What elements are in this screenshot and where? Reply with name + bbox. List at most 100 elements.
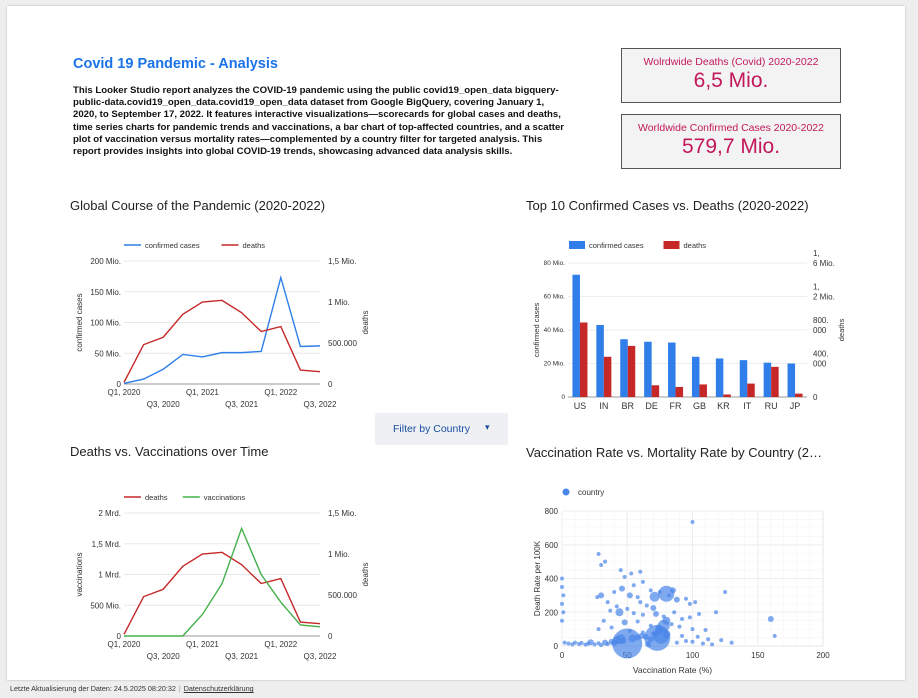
scatter-point bbox=[601, 618, 606, 623]
scatter-point bbox=[635, 619, 640, 624]
x-tick-label: KR bbox=[717, 401, 730, 411]
x-tick-label: IN bbox=[599, 401, 608, 411]
scatter-point bbox=[729, 640, 734, 645]
scatter-point bbox=[772, 633, 777, 638]
x-tick-label: Q3, 2020 bbox=[147, 652, 180, 661]
scatter-point bbox=[573, 640, 578, 645]
scatter-point bbox=[603, 559, 608, 564]
scatter-point bbox=[713, 610, 718, 615]
scatter-point bbox=[767, 616, 774, 622]
scatter-point bbox=[618, 568, 623, 573]
y2-tick-label: 6 Mio. bbox=[813, 259, 835, 268]
legend-label: country bbox=[578, 488, 604, 497]
scatter-point bbox=[615, 608, 624, 617]
x-tick-label: JP bbox=[790, 401, 801, 411]
y-tick-label: 2 Mrd. bbox=[98, 509, 121, 518]
x-tick-label: GB bbox=[693, 401, 706, 411]
scorecard-deaths-value: 6,5 Mio. bbox=[693, 69, 769, 92]
report-page: Covid 19 Pandemic - Analysis This Looker… bbox=[7, 6, 905, 680]
scatter-point bbox=[649, 591, 660, 602]
series-line-vaccinations bbox=[124, 526, 321, 637]
legend-label: vaccinations bbox=[204, 493, 246, 502]
bar-GB-deaths bbox=[699, 384, 707, 397]
legend-label: confirmed cases bbox=[145, 241, 200, 250]
chart-vaccination-mortality-scatter[interactable]: country0200400600800050100150200Vaccinat… bbox=[522, 476, 842, 676]
x-tick-label: Q1, 2021 bbox=[186, 640, 219, 649]
bar-GB-confirmed-cases bbox=[691, 356, 700, 397]
scatter-point bbox=[560, 576, 564, 581]
scatter-point bbox=[560, 584, 564, 589]
y2-tick-label: 000 bbox=[813, 360, 827, 369]
y-tick-label: 200 bbox=[545, 608, 559, 617]
scatter-point bbox=[706, 637, 711, 642]
x-tick-label: DE bbox=[645, 401, 658, 411]
scatter-point bbox=[596, 627, 601, 632]
y2-tick-label: 400. bbox=[813, 350, 829, 359]
scatter-point bbox=[608, 608, 613, 613]
scatter-point bbox=[612, 590, 617, 594]
scatter-point bbox=[561, 593, 566, 598]
scorecard-deaths[interactable]: Wolrdwide Deaths (Covid) 2020-2022 6,5 M… bbox=[621, 48, 841, 103]
scorecard-cases[interactable]: Worldwide Confirmed Cases 2020-2022 579,… bbox=[621, 114, 841, 169]
y2-tick-label: 1, bbox=[813, 283, 820, 292]
report-title: Covid 19 Pandemic - Analysis bbox=[73, 56, 278, 72]
scatter-point bbox=[645, 641, 652, 648]
y-tick-label: 50 Mio. bbox=[95, 349, 121, 358]
x-tick-label: US bbox=[574, 401, 587, 411]
scatter-point bbox=[614, 604, 619, 609]
country-filter-label: Filter by Country bbox=[393, 423, 471, 435]
bar-RU-confirmed-cases bbox=[763, 362, 772, 397]
scatter-point bbox=[697, 611, 702, 616]
y2-axis-title: deaths bbox=[361, 310, 370, 334]
x-tick-label: RU bbox=[765, 401, 778, 411]
country-filter[interactable]: Filter by Country ▾ bbox=[375, 413, 508, 445]
y2-tick-label: 1 Mio. bbox=[328, 298, 350, 307]
y-tick-label: 150 Mio. bbox=[90, 288, 121, 297]
y-tick-label: 20 Mio. bbox=[544, 361, 566, 368]
privacy-link[interactable]: Datenschutzerklärung bbox=[184, 684, 254, 693]
x-tick-label: Q1, 2020 bbox=[108, 388, 141, 397]
scatter-point bbox=[560, 601, 564, 606]
scatter-point bbox=[592, 642, 597, 647]
bar-US-deaths bbox=[579, 322, 588, 397]
y2-tick-label: 2 Mio. bbox=[813, 293, 835, 302]
x-axis-title: Vaccination Rate (%) bbox=[633, 665, 712, 675]
scatter-point bbox=[683, 596, 688, 601]
chart-title-top10: Top 10 Confirmed Cases vs. Deaths (2020-… bbox=[526, 198, 809, 213]
scatter-point bbox=[638, 569, 643, 574]
y2-tick-label: 500.000 bbox=[328, 591, 357, 600]
scatter-point bbox=[560, 618, 564, 623]
scatter-point bbox=[652, 610, 659, 617]
scatter-point bbox=[612, 628, 643, 659]
scatter-point bbox=[596, 552, 601, 557]
scatter-point bbox=[631, 583, 636, 588]
y-axis-title: vaccinations bbox=[75, 552, 84, 596]
bar-FR-deaths bbox=[675, 386, 684, 397]
scatter-point bbox=[629, 571, 634, 576]
chart-top10-cases-deaths[interactable]: confirmed cases deaths 0 20 Mio. 40 Mio. 60 M… bbox=[522, 228, 846, 414]
bar-KR-confirmed-cases bbox=[715, 358, 724, 397]
scorecard-cases-value: 579,7 Mio. bbox=[681, 135, 781, 158]
y2-tick-label: 800. bbox=[813, 316, 829, 325]
y2-tick-label: 1,5 Mio. bbox=[328, 257, 356, 266]
y-tick-label: 1 Mrd. bbox=[98, 571, 121, 580]
series-line-confirmed-cases bbox=[123, 274, 321, 385]
scatter-point bbox=[674, 640, 679, 645]
x-tick-label: FR bbox=[670, 401, 682, 411]
bar-JP-deaths bbox=[795, 393, 803, 397]
x-tick-label: Q3, 2021 bbox=[225, 652, 258, 661]
scatter-point bbox=[719, 638, 724, 643]
chart-global-course[interactable]: confirmed cases deaths 0 50 Mio. 100 Mio. 150… bbox=[62, 224, 370, 414]
chart-deaths-vaccinations[interactable]: deaths vaccinations 0 500 Mio. 1 Mrd. 1,5 Mrd… bbox=[62, 476, 370, 666]
y-tick-label: 200 Mio. bbox=[90, 257, 121, 266]
bar-IT-deaths bbox=[747, 383, 755, 397]
chart-title-scatter: Vaccination Rate vs. Mortality Rate by C… bbox=[526, 445, 822, 460]
scatter-point bbox=[635, 595, 640, 600]
scatter-point bbox=[710, 642, 715, 647]
legend-swatch-1 bbox=[663, 241, 680, 249]
y2-tick-label: 1,5 Mio. bbox=[328, 509, 356, 518]
scatter-point bbox=[650, 605, 657, 612]
scatter-point bbox=[599, 563, 604, 567]
scatter-point bbox=[626, 592, 633, 599]
y2-tick-label: 000 bbox=[813, 326, 827, 335]
